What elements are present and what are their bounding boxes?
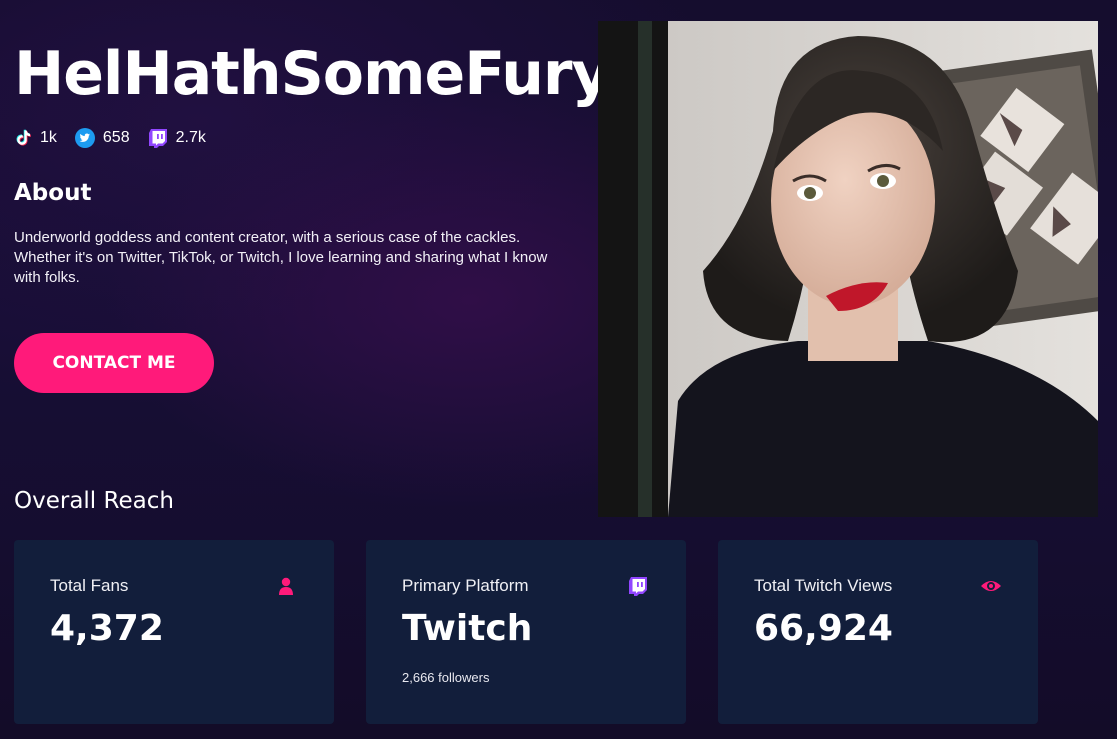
stat-label: Total Fans: [50, 576, 129, 595]
eye-icon: [980, 576, 1002, 601]
stat-card-primary-platform: Primary Platform Twitch 2,666 followers: [366, 540, 686, 724]
twitter-count: 658: [102, 129, 130, 146]
reach-heading: Overall Reach: [14, 488, 174, 514]
stat-value: 4,372: [50, 608, 164, 649]
stat-card-twitch-views: Total Twitch Views 66,924: [718, 540, 1038, 724]
stat-subtext: 2,666 followers: [402, 670, 490, 685]
twitter-icon: [74, 128, 95, 148]
social-twitch[interactable]: 2.7k: [148, 128, 206, 148]
tiktok-icon: [14, 129, 32, 147]
social-tiktok[interactable]: 1k: [14, 129, 57, 147]
stat-value: Twitch: [402, 608, 533, 649]
twitch-count: 2.7k: [175, 129, 206, 146]
stat-value: 66,924: [754, 608, 893, 649]
stat-label: Primary Platform: [402, 576, 529, 595]
about-text: Underworld goddess and content creator, …: [14, 229, 548, 286]
contact-button[interactable]: CONTACT ME: [14, 333, 214, 393]
profile-photo: [598, 21, 1098, 517]
profile-name: HelHathSomeFury: [14, 39, 611, 109]
social-twitter[interactable]: 658: [74, 128, 130, 148]
stat-label: Total Twitch Views: [754, 576, 893, 595]
about-heading: About: [14, 180, 92, 206]
twitch-icon: [628, 576, 648, 601]
user-icon: [276, 576, 296, 601]
stat-card-total-fans: Total Fans 4,372: [14, 540, 334, 724]
tiktok-count: 1k: [40, 129, 57, 146]
social-stats: 1k 658 2.7k: [14, 128, 206, 148]
twitch-icon: [148, 128, 168, 148]
